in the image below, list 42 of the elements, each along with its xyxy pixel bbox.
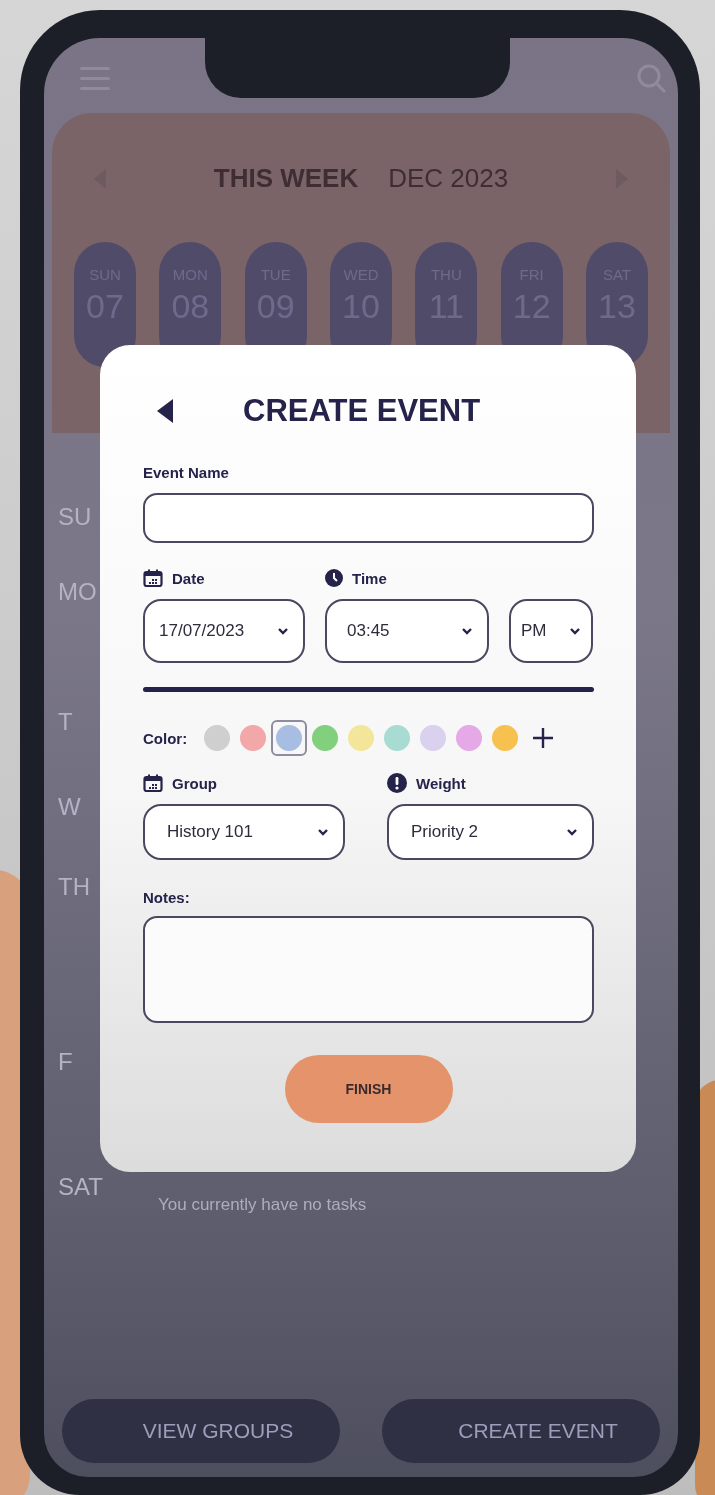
field-label: Weight — [416, 774, 466, 792]
field-label: Group — [172, 774, 217, 792]
field-label: Notes: — [143, 888, 190, 906]
exclamation-icon — [387, 773, 407, 793]
dropdown[interactable]: 03:45 — [325, 599, 489, 663]
chevron-down-icon — [317, 827, 329, 837]
dropdown[interactable]: Priority 2 — [387, 804, 594, 860]
empty-message: You currently have no tasks — [158, 1195, 368, 1215]
add-color-button[interactable] — [532, 727, 555, 749]
bottom-button[interactable]: VIEW GROUPS — [62, 1399, 340, 1463]
chevron-down-icon — [566, 827, 578, 837]
dialog-title: CREATE EVENT — [243, 393, 481, 429]
week-month: DEC 2023 — [388, 163, 509, 194]
finish-button[interactable]: FINISH — [284, 1055, 453, 1123]
dropdown[interactable]: 17/07/2023 — [143, 599, 305, 663]
bottom-button[interactable]: CREATE EVENT — [382, 1399, 660, 1463]
day-label: W — [58, 793, 82, 821]
day-label: SU — [58, 503, 93, 531]
chevron-down-icon — [461, 626, 473, 636]
menu-icon — [80, 65, 110, 91]
calendar-icon — [143, 774, 163, 792]
day-label: T — [58, 708, 74, 736]
field-label: Time — [352, 569, 387, 587]
day-label: SAT — [58, 1173, 104, 1201]
dropdown[interactable]: History 101 — [143, 804, 345, 860]
field-label: Event Name — [143, 463, 229, 481]
back-button[interactable] — [157, 399, 173, 423]
week-title: THIS WEEK — [213, 163, 359, 194]
field-label: Date — [172, 569, 205, 587]
calendar-icon — [143, 569, 163, 587]
day-label: F — [58, 1048, 74, 1076]
dropdown[interactable]: PM — [509, 599, 593, 663]
text-field[interactable] — [143, 493, 594, 543]
search-icon — [636, 63, 666, 93]
clock-icon — [325, 569, 343, 587]
notes-field[interactable] — [143, 916, 594, 1023]
day-label: TH — [58, 873, 91, 901]
day-label: MO — [58, 578, 98, 606]
color-swatch[interactable] — [271, 720, 308, 756]
field-label: Color: — [143, 729, 188, 747]
chevron-down-icon — [569, 626, 581, 636]
chevron-down-icon — [277, 626, 289, 636]
